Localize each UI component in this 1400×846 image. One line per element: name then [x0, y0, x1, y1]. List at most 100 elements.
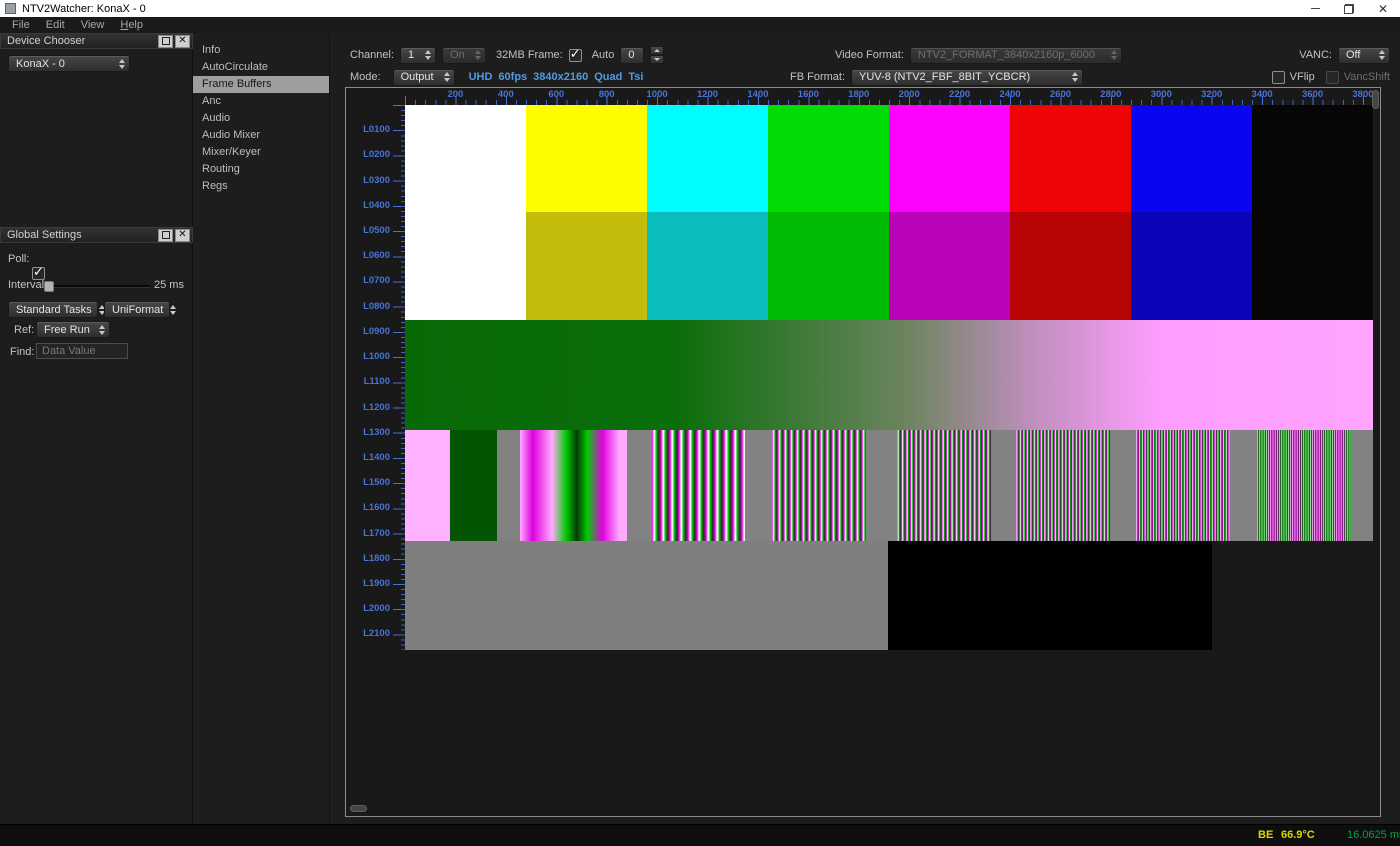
- vanc-group: VANC: Off: [1299, 46, 1390, 64]
- ruler-top-label: 2200: [949, 89, 970, 100]
- nav-item-info[interactable]: Info: [193, 42, 329, 59]
- fb-format-value: YUV-8 (NTV2_FBF_8BIT_YCBCR): [859, 71, 1030, 83]
- down-arrow-icon: [654, 58, 660, 61]
- vancshift-label: VancShift: [1344, 71, 1390, 83]
- window-titlebar: NTV2Watcher: KonaX - 0 ✕: [0, 0, 1400, 17]
- close-icon: ✕: [1378, 4, 1388, 14]
- ruler-left-label: L1100: [346, 376, 390, 387]
- toolbar-row-1: Channel: 1 On 32MB Frame: ✓ Auto 0: [350, 46, 664, 64]
- color-bar: [1252, 105, 1373, 212]
- ruler-top-label: 3800: [1352, 89, 1373, 100]
- ruler-top-label: 3600: [1302, 89, 1323, 100]
- frame-checkbox[interactable]: ✓: [569, 49, 582, 62]
- global-settings-titlebar: Global Settings ✕: [0, 227, 193, 243]
- dropdown-arrows-icon: [437, 72, 450, 82]
- nav-item-autocirculate[interactable]: AutoCirculate: [193, 59, 329, 76]
- on-select-value: On: [450, 49, 465, 61]
- ruler-top-label: 3000: [1151, 89, 1172, 100]
- color-bar: [1010, 105, 1131, 212]
- menu-edit[interactable]: Edit: [46, 19, 65, 31]
- color-bar: [1131, 212, 1252, 320]
- device-chooser-dock: Device Chooser ✕ KonaX - 0: [0, 33, 193, 49]
- ruler-left-label: L1400: [346, 452, 390, 463]
- ruler-left-label: L1800: [346, 553, 390, 564]
- interval-slider-handle[interactable]: [44, 281, 54, 292]
- auto-spin-down-button[interactable]: [650, 55, 664, 64]
- channel-label: Channel:: [350, 49, 394, 61]
- menu-view[interactable]: View: [81, 19, 105, 31]
- nav-item-audio-mixer[interactable]: Audio Mixer: [193, 127, 329, 144]
- mode-select[interactable]: Output: [393, 69, 455, 86]
- video-format-group: Video Format: NTV2_FORMAT_3840x2160p_600…: [835, 46, 1122, 64]
- frame-image: [405, 105, 1373, 650]
- menu-file[interactable]: File: [12, 19, 30, 31]
- minimize-button[interactable]: [1298, 0, 1332, 17]
- device-chooser-float-button[interactable]: [158, 35, 173, 48]
- nav-item-anc[interactable]: Anc: [193, 93, 329, 110]
- color-bar: [405, 105, 526, 212]
- uniformat-select[interactable]: UniFormat: [104, 301, 170, 318]
- nav-item-regs[interactable]: Regs: [193, 178, 329, 195]
- ruler-top-label: 400: [498, 89, 514, 100]
- ref-select[interactable]: Free Run: [36, 321, 110, 338]
- nav-item-frame-buffers[interactable]: Frame Buffers: [193, 76, 329, 93]
- ruler-left-label: L1200: [346, 402, 390, 413]
- mode-select-value: Output: [401, 71, 434, 83]
- ruler-left-label: L0500: [346, 225, 390, 236]
- horizontal-scrollbar-thumb[interactable]: [350, 805, 367, 812]
- vflip-checkbox[interactable]: [1272, 71, 1285, 84]
- ruler-top-label: 1400: [747, 89, 768, 100]
- ruler-top-label: 800: [599, 89, 615, 100]
- ramp-row: [405, 320, 1373, 430]
- fb-format-select[interactable]: YUV-8 (NTV2_FBF_8BIT_YCBCR): [851, 69, 1083, 86]
- colorbars-75: [405, 212, 1373, 320]
- statusbar: BE 66.9°C 16.0625 mse: [0, 824, 1400, 846]
- global-settings-dock: Global Settings ✕ Poll: ✓ Interval: 25 m…: [0, 227, 193, 256]
- ruler-top-label: 3200: [1201, 89, 1222, 100]
- ruler-top-label: 200: [447, 89, 463, 100]
- device-select[interactable]: KonaX - 0: [8, 55, 130, 72]
- interval-slider[interactable]: [44, 285, 150, 288]
- vanc-select[interactable]: Off: [1338, 47, 1390, 64]
- auto-spinbox-value: 0: [628, 49, 634, 61]
- auto-spinbox[interactable]: 0: [620, 47, 644, 64]
- device-select-value: KonaX - 0: [16, 58, 65, 70]
- color-bar: [647, 105, 768, 212]
- color-bar: [1010, 212, 1131, 320]
- color-bar: [526, 212, 647, 320]
- nav-item-routing[interactable]: Routing: [193, 161, 329, 178]
- nav-item-mixer-keyer[interactable]: Mixer/Keyer: [193, 144, 329, 161]
- tasks-select[interactable]: Standard Tasks: [8, 301, 98, 318]
- status-time: 16.0625 mse: [1347, 829, 1400, 841]
- poll-label: Poll:: [8, 253, 29, 265]
- ruler-top-label: 1200: [697, 89, 718, 100]
- nav-item-audio[interactable]: Audio: [193, 110, 329, 127]
- global-settings-close-button[interactable]: ✕: [175, 229, 190, 242]
- auto-spin-up-button[interactable]: [650, 46, 664, 55]
- channel-select-value: 1: [408, 49, 414, 61]
- color-bar: [405, 212, 526, 320]
- ruler-top-label: 1800: [848, 89, 869, 100]
- device-chooser-title: Device Chooser: [7, 35, 85, 47]
- sweep-solid-block: [405, 430, 450, 541]
- fb-format-label: FB Format:: [790, 71, 845, 83]
- menu-help[interactable]: Help: [120, 19, 143, 31]
- video-format-value: NTV2_FORMAT_3840x2160p_6000: [918, 49, 1095, 61]
- channel-select[interactable]: 1: [400, 47, 436, 64]
- ruler-left-label: L0800: [346, 301, 390, 312]
- close-button[interactable]: ✕: [1366, 0, 1400, 17]
- color-bar: [1131, 105, 1252, 212]
- sweep-row: [405, 430, 1373, 541]
- maximize-button[interactable]: [1332, 0, 1366, 17]
- ruler-left-label: L0900: [346, 326, 390, 337]
- find-input[interactable]: Data Value: [36, 343, 128, 359]
- ruler-top: 2004006008001000120014001600180020002200…: [346, 88, 1380, 105]
- global-settings-float-button[interactable]: [158, 229, 173, 242]
- vflip-label: VFlip: [1290, 71, 1315, 83]
- device-chooser-close-button[interactable]: ✕: [175, 35, 190, 48]
- vanc-select-value: Off: [1346, 49, 1360, 61]
- device-chooser-titlebar: Device Chooser ✕: [0, 33, 193, 49]
- ref-select-value: Free Run: [44, 324, 90, 336]
- badge-quad: Quad: [594, 71, 622, 83]
- vertical-scrollbar-thumb[interactable]: [1372, 90, 1379, 109]
